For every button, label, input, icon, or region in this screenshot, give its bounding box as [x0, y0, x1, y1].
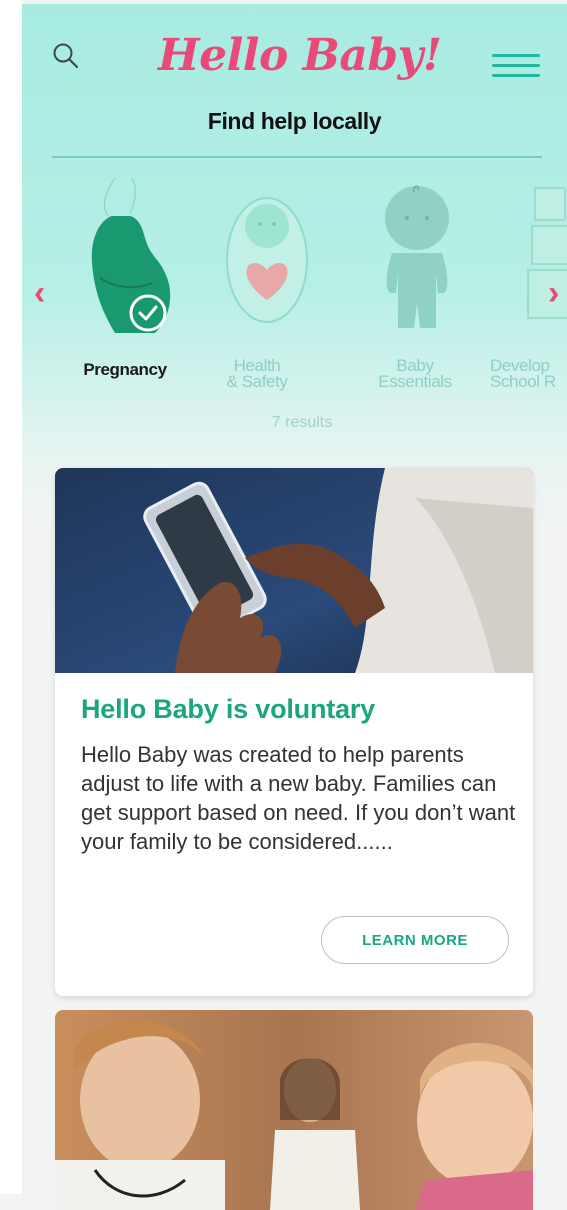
category-label: Baby Essentials [378, 356, 452, 391]
category-label: Pregnancy [83, 360, 167, 379]
hands-holding-smartphone-photo [55, 468, 533, 673]
header-divider [52, 156, 542, 158]
category-pregnancy[interactable]: Pregnancy [60, 168, 190, 448]
swaddled-baby-heart-icon [226, 197, 308, 323]
baby-onesie-icon [385, 185, 449, 328]
category-baby-essentials[interactable]: Baby Essentials [362, 168, 492, 448]
chevron-right-icon[interactable]: › [548, 274, 559, 313]
hamburger-menu-icon[interactable] [492, 54, 540, 80]
article-card[interactable]: Hello Baby is voluntary Hello Baby was c… [55, 468, 533, 996]
category-health-safety[interactable]: Health & Safety [212, 168, 342, 448]
results-count: 7 results [271, 414, 333, 431]
pregnant-woman-icon [91, 177, 171, 333]
app-logo[interactable]: Hello Baby! [158, 22, 458, 90]
chevron-left-icon[interactable]: ‹ [34, 274, 45, 313]
learn-more-button[interactable]: LEARN MORE [321, 916, 509, 964]
left-margin [0, 0, 22, 1194]
category-label: Health & Safety [226, 356, 288, 391]
app-header: Hello Baby! Find help locally [22, 4, 567, 158]
category-carousel: ‹ Pregnancy Health & Safety Baby Essenti… [22, 168, 567, 458]
card-body: Hello Baby was created to help parents a… [81, 742, 516, 854]
category-label: Develop School R [490, 356, 556, 391]
building-blocks-icon [527, 187, 567, 319]
doctor-with-stethoscope-and-baby-photo [55, 1010, 533, 1210]
search-icon[interactable] [52, 42, 80, 70]
page-subtitle: Find help locally [207, 108, 382, 134]
article-card-2[interactable] [55, 1010, 533, 1210]
card-title: Hello Baby is voluntary [81, 694, 375, 724]
